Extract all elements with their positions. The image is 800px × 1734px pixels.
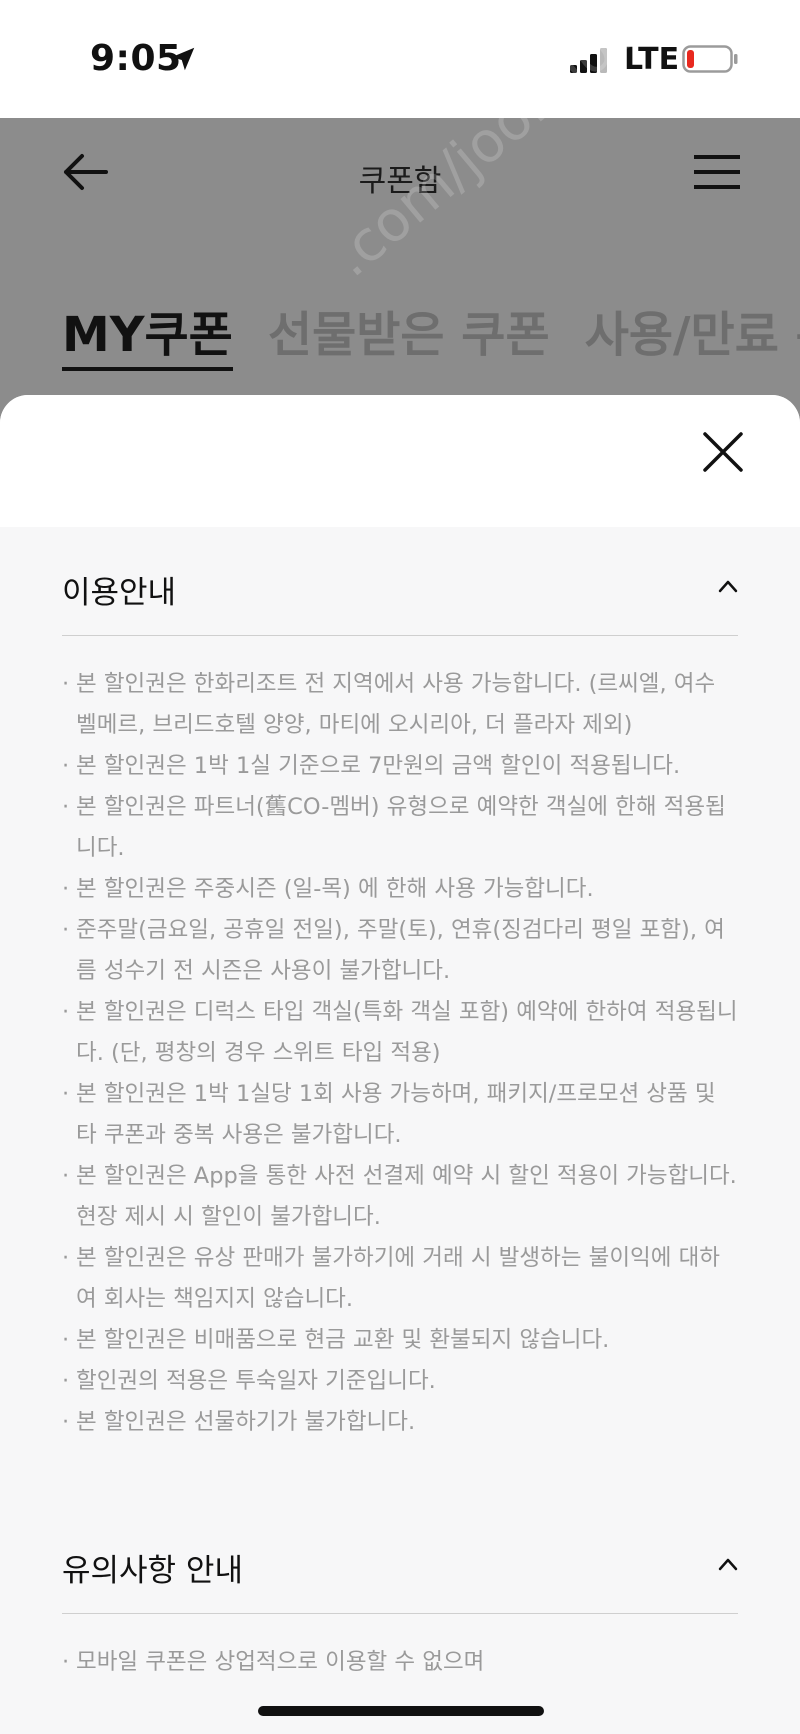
list-item: 본 할인권은 파트너(舊CO-멤버) 유형으로 예약한 객실에 한해 적용됩니다… (62, 787, 738, 869)
usage-guide-header[interactable]: 이용안내 (62, 527, 738, 636)
list-item: 본 할인권은 주중시즌 (일-목) 에 한해 사용 가능합니다. (62, 869, 738, 910)
sheet-header (0, 395, 800, 527)
location-arrow-icon (171, 47, 195, 71)
usage-guide-section: 이용안내 본 할인권은 한화리조트 전 지역에서 사용 가능합니다. (르씨엘,… (0, 527, 800, 1443)
tab-used-expired[interactable]: 사용/만료 쿠 (585, 295, 800, 365)
notice-title: 유의사항 안내 (62, 1553, 243, 1589)
close-icon[interactable] (702, 431, 744, 473)
chevron-up-icon[interactable] (718, 579, 738, 593)
coupon-tabs: MY쿠폰 선물받은 쿠폰 사용/만료 쿠 (62, 295, 800, 371)
coupon-detail-sheet: 이용안내 본 할인권은 한화리조트 전 지역에서 사용 가능합니다. (르씨엘,… (0, 395, 800, 1734)
list-item: 본 할인권은 1박 1실당 1회 사용 가능하며, 패키지/프로모션 상품 및 … (62, 1074, 738, 1156)
notice-list: 모바일 쿠폰은 상업적으로 이용할 수 없으며 (62, 1614, 738, 1683)
list-item: 본 할인권은 한화리조트 전 지역에서 사용 가능합니다. (르씨엘, 여수 벨… (62, 664, 738, 746)
list-item: 본 할인권은 유상 판매가 불가하기에 거래 시 발생하는 불이익에 대하여 회… (62, 1238, 738, 1320)
chevron-up-icon[interactable] (718, 1557, 738, 1571)
usage-guide-title: 이용안내 (62, 575, 177, 611)
list-item: 본 할인권은 선물하기가 불가합니다. (62, 1402, 738, 1443)
tab-my-coupon[interactable]: MY쿠폰 (62, 295, 233, 371)
tab-gifted-coupon[interactable]: 선물받은 쿠폰 (268, 295, 550, 365)
home-indicator[interactable] (258, 1706, 544, 1716)
list-item: 본 할인권은 비매품으로 현금 교환 및 환불되지 않습니다. (62, 1320, 738, 1361)
list-item: 모바일 쿠폰은 상업적으로 이용할 수 없으며 (62, 1642, 738, 1683)
list-item: 본 할인권은 디럭스 타입 객실(특화 객실 포함) 예약에 한하여 적용됩니다… (62, 992, 738, 1074)
notice-section: 유의사항 안내 모바일 쿠폰은 상업적으로 이용할 수 없으며 (0, 1505, 800, 1683)
hamburger-menu-icon[interactable] (694, 154, 740, 190)
list-item: 본 할인권은 App을 통한 사전 선결제 예약 시 할인 적용이 가능합니다.… (62, 1156, 738, 1238)
notice-header[interactable]: 유의사항 안내 (62, 1505, 738, 1614)
list-item: 준주말(금요일, 공휴일 전일), 주말(토), 연휴(징검다리 평일 포함),… (62, 910, 738, 992)
battery-low-icon (682, 45, 738, 73)
list-item: 본 할인권은 1박 1실 기준으로 7만원의 금액 할인이 적용됩니다. (62, 746, 738, 787)
list-item: 할인권의 적용은 투숙일자 기준입니다. (62, 1361, 738, 1402)
usage-guide-list: 본 할인권은 한화리조트 전 지역에서 사용 가능합니다. (르씨엘, 여수 벨… (62, 636, 738, 1443)
